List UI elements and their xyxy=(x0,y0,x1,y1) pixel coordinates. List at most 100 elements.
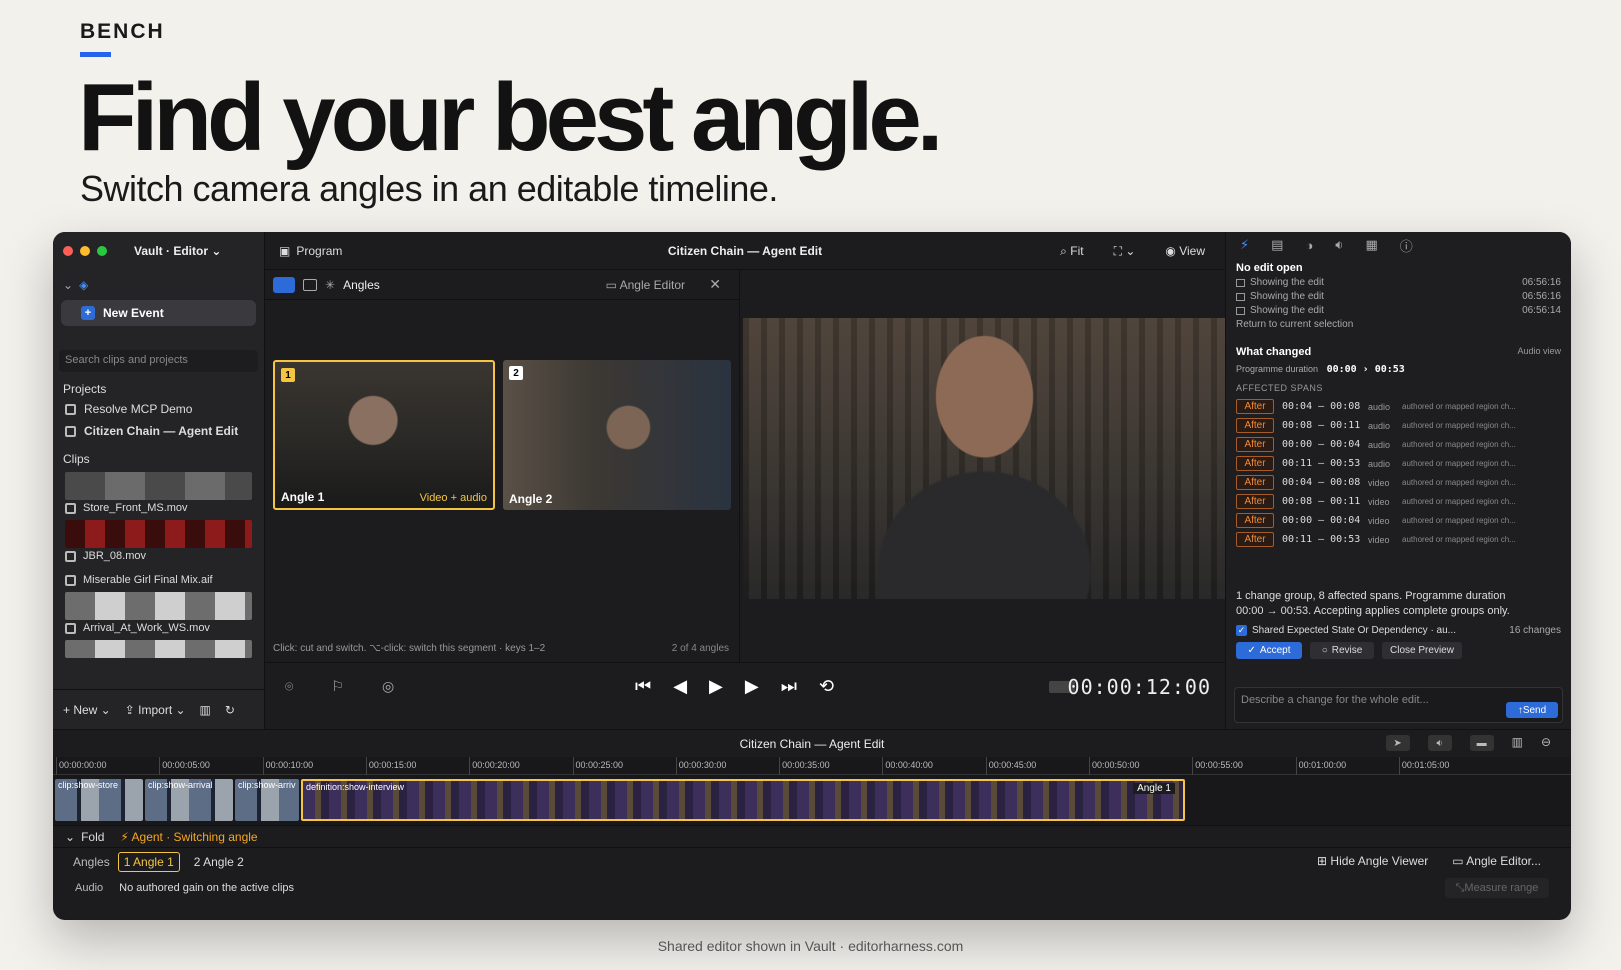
new-event-button[interactable]: + New Event xyxy=(61,300,256,326)
bookmark-icon[interactable]: ⚐ xyxy=(331,678,344,695)
view-button[interactable]: ◉ View xyxy=(1165,244,1205,259)
send-button[interactable]: ↑ Send xyxy=(1506,702,1558,718)
fold-label[interactable]: Fold xyxy=(81,830,104,844)
revise-button[interactable]: ○ Revise xyxy=(1310,642,1374,659)
return-link[interactable]: Return to current selection xyxy=(1236,316,1561,330)
span-description: authored or mapped region ch... xyxy=(1402,440,1516,449)
skip-end-icon[interactable]: ⏭ xyxy=(781,676,797,697)
play-icon[interactable]: ▶ xyxy=(709,676,723,697)
clip-thumbnail[interactable] xyxy=(65,640,252,658)
close-window-button[interactable] xyxy=(63,246,73,256)
agent-tab-icon[interactable]: ⚡ xyxy=(1240,237,1249,253)
chevron-down-icon[interactable]: ⌄ xyxy=(65,830,75,844)
history-item[interactable]: Showing the edit 06:56:16 xyxy=(1236,274,1561,288)
zoom-window-button[interactable] xyxy=(97,246,107,256)
program-tab[interactable]: ▣ Program xyxy=(279,244,342,258)
camera-outline-icon[interactable] xyxy=(303,278,317,291)
zoom-out-icon[interactable]: ⊖ xyxy=(1541,735,1551,751)
affected-span-row[interactable]: After 00:04 – 00:08 audio authored or mappe… xyxy=(1236,397,1561,416)
affected-span-row[interactable]: After 00:11 – 00:53 video authored or mappe… xyxy=(1236,530,1561,549)
angle-card-1[interactable]: 1 Angle 1 Video + audio xyxy=(273,360,495,510)
affected-span-row[interactable]: After 00:04 – 00:08 video authored or mappe… xyxy=(1236,473,1561,492)
video-camera-icon[interactable] xyxy=(273,276,295,293)
affected-span-row[interactable]: After 00:08 – 00:11 video authored or mappe… xyxy=(1236,492,1561,511)
checkbox-checked-icon[interactable]: ✓ xyxy=(1236,625,1247,636)
after-toggle[interactable]: After xyxy=(1236,494,1274,509)
fullscreen-button[interactable]: ⛶ ⌄ xyxy=(1114,244,1136,259)
duration-value: 00:00 › 00:53 xyxy=(1326,364,1405,375)
library-toggle[interactable]: ⌄ ◈ xyxy=(53,270,264,300)
import-menu-button[interactable]: ⇪ Import ⌄ xyxy=(125,703,186,717)
film-tab-icon[interactable]: ▤ xyxy=(1271,237,1283,253)
layout-icon[interactable]: ▥ xyxy=(1512,735,1523,751)
affected-span-row[interactable]: After 00:00 – 00:04 audio authored or mappe… xyxy=(1236,435,1561,454)
timeline-clip[interactable]: clip:show-arrival xyxy=(145,779,233,821)
timeline-clip[interactable]: clip:show-store xyxy=(55,779,143,821)
select-tool-icon[interactable]: ➤ xyxy=(1385,735,1410,751)
chevron-down-icon: ⌄ xyxy=(63,278,74,292)
accept-button[interactable]: ✓ Accept xyxy=(1236,642,1302,659)
project-item[interactable]: Resolve MCP Demo xyxy=(53,398,264,420)
angle-editor-button[interactable]: ▭ Angle Editor xyxy=(606,278,685,292)
close-icon[interactable]: ✕ xyxy=(709,276,721,293)
clip-item[interactable]: Miserable Girl Final Mix.aif xyxy=(53,564,264,588)
hide-angle-viewer-button[interactable]: ⊞ Hide Angle Viewer xyxy=(1317,854,1428,868)
skip-start-icon[interactable]: ⏮ xyxy=(635,676,651,697)
refresh-icon[interactable]: ↻ xyxy=(225,703,235,717)
levels-tab-icon[interactable]: ▦ xyxy=(1366,237,1378,253)
program-viewer[interactable] xyxy=(743,318,1226,599)
vault-menu[interactable]: Vault · Editor ⌄ xyxy=(134,244,221,258)
measure-range-button[interactable]: ⤡ Measure range xyxy=(1445,878,1549,898)
project-item-active[interactable]: Citizen Chain — Agent Edit xyxy=(53,420,264,442)
info-tab-icon[interactable]: ⓘ xyxy=(1400,236,1413,255)
after-toggle[interactable]: After xyxy=(1236,437,1274,452)
fit-button[interactable]: ⌕ Fit xyxy=(1060,244,1083,259)
timeline-ruler[interactable]: 00:00:00:00 00:00:05:00 00:00:10:00 00:00:1… xyxy=(53,757,1571,775)
after-toggle[interactable]: After xyxy=(1236,475,1274,490)
step-forward-icon[interactable]: ▶ xyxy=(745,676,759,697)
clip-item[interactable]: Store_Front_MS.mov xyxy=(53,500,264,516)
affected-span-row[interactable]: After 00:00 – 00:04 video authored or mappe… xyxy=(1236,511,1561,530)
zoom-slider[interactable]: ▬ xyxy=(1469,735,1494,751)
search-input[interactable]: Search clips and projects xyxy=(59,350,258,372)
angle-card-2[interactable]: 2 Angle 2 xyxy=(503,360,731,510)
ruler-tick-label: 00:00:35:00 xyxy=(779,757,830,775)
affected-span-row[interactable]: After 00:08 – 00:11 audio authored or mappe… xyxy=(1236,416,1561,435)
film-icon xyxy=(65,550,76,562)
describe-change-input[interactable]: Describe a change for the whole edit... … xyxy=(1234,687,1563,723)
clip-item[interactable]: Arrival_At_Work_WS.mov xyxy=(53,620,264,636)
affected-span-row[interactable]: After 00:11 – 00:53 audio authored or mappe… xyxy=(1236,454,1561,473)
history-item[interactable]: Showing the edit 06:56:14 xyxy=(1236,302,1561,316)
audio-toggle-icon[interactable]: 🔉︎ xyxy=(1427,735,1452,751)
close-preview-button[interactable]: Close Preview xyxy=(1382,642,1462,659)
clip-thumbnail[interactable] xyxy=(65,520,252,548)
loop-icon[interactable]: ⟲ xyxy=(819,676,834,697)
step-back-icon[interactable]: ◀ xyxy=(673,676,687,697)
angle-1-button[interactable]: 1 Angle 1 xyxy=(117,851,180,872)
snapshot-icon[interactable]: ⌾ xyxy=(285,678,293,695)
marker-icon[interactable]: ◎ xyxy=(382,678,394,695)
after-toggle[interactable]: After xyxy=(1236,513,1274,528)
angle-2-button[interactable]: 2 Angle 2 xyxy=(188,852,250,872)
columns-icon[interactable]: ▥ xyxy=(200,703,211,717)
new-menu-button[interactable]: + New ⌄ xyxy=(63,703,111,717)
history-item[interactable]: Showing the edit 06:56:16 xyxy=(1236,288,1561,302)
after-toggle[interactable]: After xyxy=(1236,418,1274,433)
audio-view-link[interactable]: Audio view xyxy=(1517,346,1561,358)
audio-wave-icon[interactable]: ✳ xyxy=(325,278,335,292)
after-toggle[interactable]: After xyxy=(1236,399,1274,414)
clip-item[interactable]: JBR_08.mov xyxy=(53,548,264,564)
angle-editor-open-button[interactable]: ▭ Angle Editor... xyxy=(1452,854,1541,868)
after-toggle[interactable]: After xyxy=(1236,456,1274,471)
multicam-clip[interactable]: definition:show-interview Angle 1 xyxy=(301,779,1185,821)
minimize-window-button[interactable] xyxy=(80,246,90,256)
timeline-clip[interactable]: clip:show-arriv xyxy=(235,779,299,821)
audio-row-label: Audio xyxy=(75,882,104,894)
after-toggle[interactable]: After xyxy=(1236,532,1274,547)
audio-tab-icon[interactable]: 🔉︎ xyxy=(1335,237,1343,253)
shared-state-row[interactable]: ✓ Shared Expected State Or Dependency · … xyxy=(1236,625,1561,636)
clip-thumbnail[interactable] xyxy=(65,472,252,500)
clip-name: Store_Front_MS.mov xyxy=(83,502,188,514)
color-tab-icon[interactable]: ◑ xyxy=(1305,238,1313,253)
clip-thumbnail[interactable] xyxy=(65,592,252,620)
